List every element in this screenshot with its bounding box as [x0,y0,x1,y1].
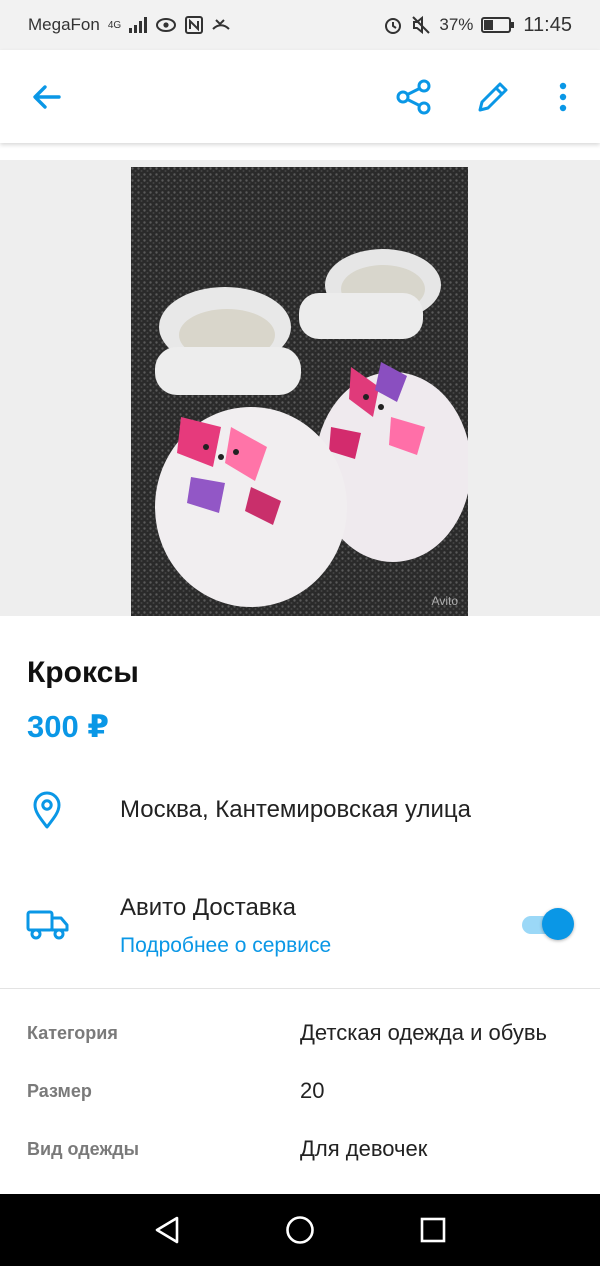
signal-icon [129,17,148,33]
param-row-clothing-type: Вид одежды Для девочек [0,1121,600,1179]
param-row-size: Размер 20 [0,1063,600,1121]
carrier-name: MegaFon [28,15,100,34]
listing-price: 300 ₽ [27,709,109,744]
param-value: 20 [300,1078,325,1103]
back-arrow-icon[interactable] [28,78,66,116]
status-bar: MegaFon 4G 37% 11:45 [0,0,600,50]
shoes-image [131,167,468,616]
status-right: 37% 11:45 [383,14,572,37]
nav-recents-icon[interactable] [413,1210,453,1250]
alarm-icon [385,18,402,34]
share-icon[interactable] [395,78,433,116]
nfc-icon [185,16,204,34]
delivery-name: Авито Доставка [120,894,296,921]
network-type: 4G [107,19,122,31]
listing-title: Кроксы [27,656,139,689]
param-row-category: Категория Детская одежда и обувь [0,1005,600,1063]
delivery-toggle[interactable] [520,906,576,942]
param-key: Вид одежды [27,1139,140,1159]
mute-icon [412,15,431,35]
location-row[interactable]: Москва, Кантемировская улица [0,782,600,842]
toggle-knob [542,908,574,940]
missed-call-icon [212,19,230,30]
battery-icon [481,17,515,33]
system-nav-bar [0,1194,600,1266]
param-key: Размер [27,1081,92,1101]
edit-icon[interactable] [474,78,512,116]
listing-photo[interactable]: Avito [131,167,468,616]
param-value: Детская одежда и обувь [300,1020,547,1045]
location-text: Москва, Кантемировская улица [120,796,472,823]
params-list: Категория Детская одежда и обувь Размер … [0,1005,600,1179]
delivery-info-link[interactable]: Подробнее о сервисе [120,934,331,958]
nav-home-icon[interactable] [280,1210,320,1250]
photo-watermark: Avito [431,594,458,608]
location-pin-icon [33,791,61,829]
status-left: MegaFon 4G [28,15,231,35]
clock: 11:45 [523,13,572,36]
battery-percent: 37% [439,15,474,34]
app-bar [0,50,600,143]
param-key: Категория [27,1023,118,1043]
delivery-row: Авито Доставка Подробнее о сервисе [0,886,600,966]
eye-icon [156,18,177,32]
nav-back-icon[interactable] [147,1210,187,1250]
param-value: Для девочек [300,1136,428,1161]
more-vert-icon[interactable] [548,78,578,116]
photo-gallery[interactable]: Avito [0,160,600,616]
delivery-truck-icon [26,910,69,940]
divider [0,988,600,989]
